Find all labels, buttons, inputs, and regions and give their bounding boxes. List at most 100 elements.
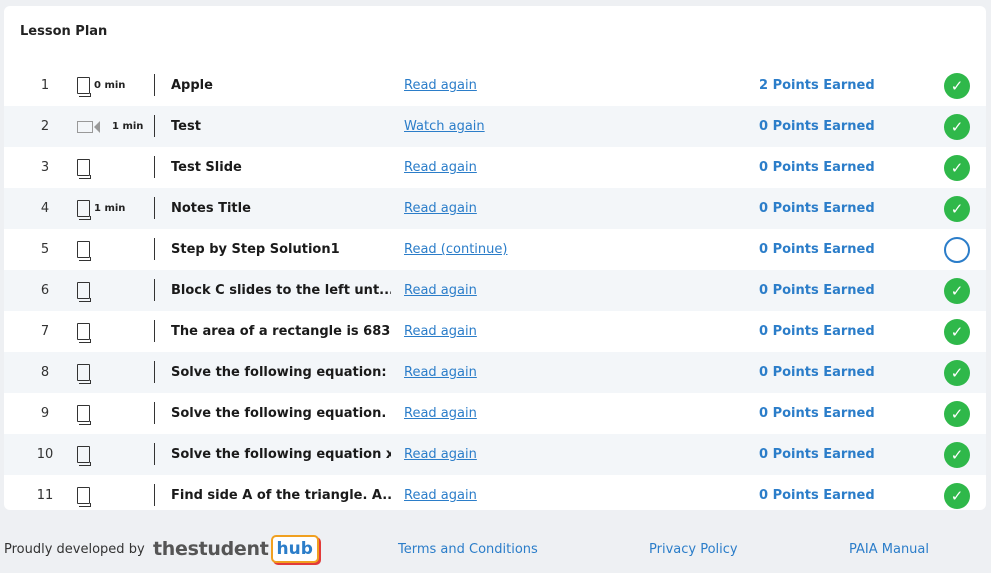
terms-link[interactable]: Terms and Conditions: [398, 542, 538, 557]
column-separator: [154, 484, 155, 506]
content-type: 1 min: [71, 106, 151, 147]
lesson-row: 10 Solve the following equation x... Read …: [4, 434, 986, 475]
completed-check-icon: ✓: [944, 195, 970, 222]
row-number: 5: [40, 242, 50, 257]
status-cell: ✓: [944, 393, 970, 434]
points-earned: 0 Points Earned: [759, 201, 875, 216]
privacy-policy-link[interactable]: Privacy Policy: [649, 542, 738, 557]
lesson-row: 6 Block C slides to the left unt... Read a…: [4, 270, 986, 311]
lesson-row: 8 Solve the following equation: ... Read a…: [4, 352, 986, 393]
row-number: 4: [40, 201, 50, 216]
lesson-action-link[interactable]: Watch again: [404, 106, 485, 147]
book-icon: [77, 405, 91, 425]
lesson-action-link[interactable]: Read again: [404, 65, 477, 106]
completed-check-icon: ✓: [944, 359, 970, 386]
points-earned: 0 Points Earned: [759, 242, 875, 257]
column-separator: [154, 156, 155, 178]
lesson-action-link[interactable]: Read again: [404, 188, 477, 229]
lesson-action-link[interactable]: Read again: [404, 147, 477, 188]
book-icon: [77, 200, 91, 220]
lesson-plan-title: Lesson Plan: [20, 24, 108, 39]
lesson-title: The area of a rectangle is 683...: [171, 324, 391, 339]
content-type: [71, 434, 151, 475]
status-cell: ✓: [944, 311, 970, 352]
row-number: 6: [40, 283, 50, 298]
row-number: 1: [40, 78, 50, 93]
points-earned: 0 Points Earned: [759, 447, 875, 462]
row-number: 2: [40, 119, 50, 134]
book-icon: [77, 282, 91, 302]
points-earned: 0 Points Earned: [759, 160, 875, 175]
status-cell: [944, 229, 970, 270]
book-icon: [77, 77, 91, 97]
duration-label: 0 min: [94, 80, 126, 91]
status-cell: ✓: [944, 434, 970, 475]
lesson-action-link[interactable]: Read again: [404, 352, 477, 393]
column-separator: [154, 320, 155, 342]
lesson-title: Solve the following equation. ...: [171, 406, 391, 421]
duration-label: 1 min: [112, 121, 144, 132]
status-cell: ✓: [944, 475, 970, 516]
footer: Proudly developed by thestudent hub Term…: [0, 522, 991, 573]
thestudenthub-logo[interactable]: thestudent hub: [153, 534, 319, 564]
content-type: [71, 147, 151, 188]
lesson-title: Apple: [171, 78, 213, 93]
points-earned: 0 Points Earned: [759, 283, 875, 298]
column-separator: [154, 443, 155, 465]
video-icon: [77, 120, 100, 133]
column-separator: [154, 361, 155, 383]
status-cell: ✓: [944, 65, 970, 106]
completed-check-icon: ✓: [944, 400, 970, 427]
incomplete-circle-icon: [944, 236, 970, 263]
lesson-row: 7 The area of a rectangle is 683... Read a…: [4, 311, 986, 352]
lesson-action-link[interactable]: Read again: [404, 270, 477, 311]
lesson-action-link[interactable]: Read (continue): [404, 229, 507, 270]
points-earned: 0 Points Earned: [759, 324, 875, 339]
content-type: [71, 229, 151, 270]
lesson-title: Test: [171, 119, 201, 134]
status-cell: ✓: [944, 352, 970, 393]
lesson-title: Solve the following equation x...: [171, 447, 391, 462]
row-number: 10: [36, 447, 54, 462]
content-type: [71, 352, 151, 393]
completed-check-icon: ✓: [944, 318, 970, 345]
lesson-list: 1 0 min Apple Read again 2 Points Earned ✓ 2 1 …: [4, 65, 986, 516]
completed-check-icon: ✓: [944, 482, 970, 509]
lesson-row: 1 0 min Apple Read again 2 Points Earned ✓: [4, 65, 986, 106]
points-earned: 0 Points Earned: [759, 488, 875, 503]
paia-manual-link[interactable]: PAIA Manual: [849, 542, 929, 557]
points-earned: 0 Points Earned: [759, 406, 875, 421]
column-separator: [154, 197, 155, 219]
duration-label: 1 min: [94, 203, 126, 214]
status-cell: ✓: [944, 147, 970, 188]
lesson-action-link[interactable]: Read again: [404, 475, 477, 516]
lesson-title: Block C slides to the left unt...: [171, 283, 391, 298]
content-type: 1 min: [71, 188, 151, 229]
points-earned: 0 Points Earned: [759, 365, 875, 380]
lesson-row: 5 Step by Step Solution1 Read (continue) 0 …: [4, 229, 986, 270]
column-separator: [154, 74, 155, 96]
book-icon: [77, 446, 91, 466]
book-icon: [77, 364, 91, 384]
lesson-action-link[interactable]: Read again: [404, 311, 477, 352]
developed-by-text: Proudly developed by: [4, 542, 145, 557]
row-number: 8: [40, 365, 50, 380]
lesson-action-link[interactable]: Read again: [404, 434, 477, 475]
column-separator: [154, 279, 155, 301]
lesson-plan-card: Lesson Plan 1 0 min Apple Read again 2 Point…: [4, 6, 986, 510]
lesson-row: 4 1 min Notes Title Read again 0 Points Earn…: [4, 188, 986, 229]
lesson-action-link[interactable]: Read again: [404, 393, 477, 434]
completed-check-icon: ✓: [944, 72, 970, 99]
lesson-row: 3 Test Slide Read again 0 Points Earned ✓: [4, 147, 986, 188]
column-separator: [154, 115, 155, 137]
lesson-row: 2 1 min Test Watch again 0 Points Earned ✓: [4, 106, 986, 147]
completed-check-icon: ✓: [944, 154, 970, 181]
lesson-title: Find side A of the triangle. A...: [171, 488, 391, 503]
completed-check-icon: ✓: [944, 441, 970, 468]
book-icon: [77, 159, 91, 179]
row-number: 9: [40, 406, 50, 421]
content-type: [71, 311, 151, 352]
status-cell: ✓: [944, 188, 970, 229]
logo-main-text: thestudent: [153, 538, 269, 560]
book-icon: [77, 487, 91, 507]
